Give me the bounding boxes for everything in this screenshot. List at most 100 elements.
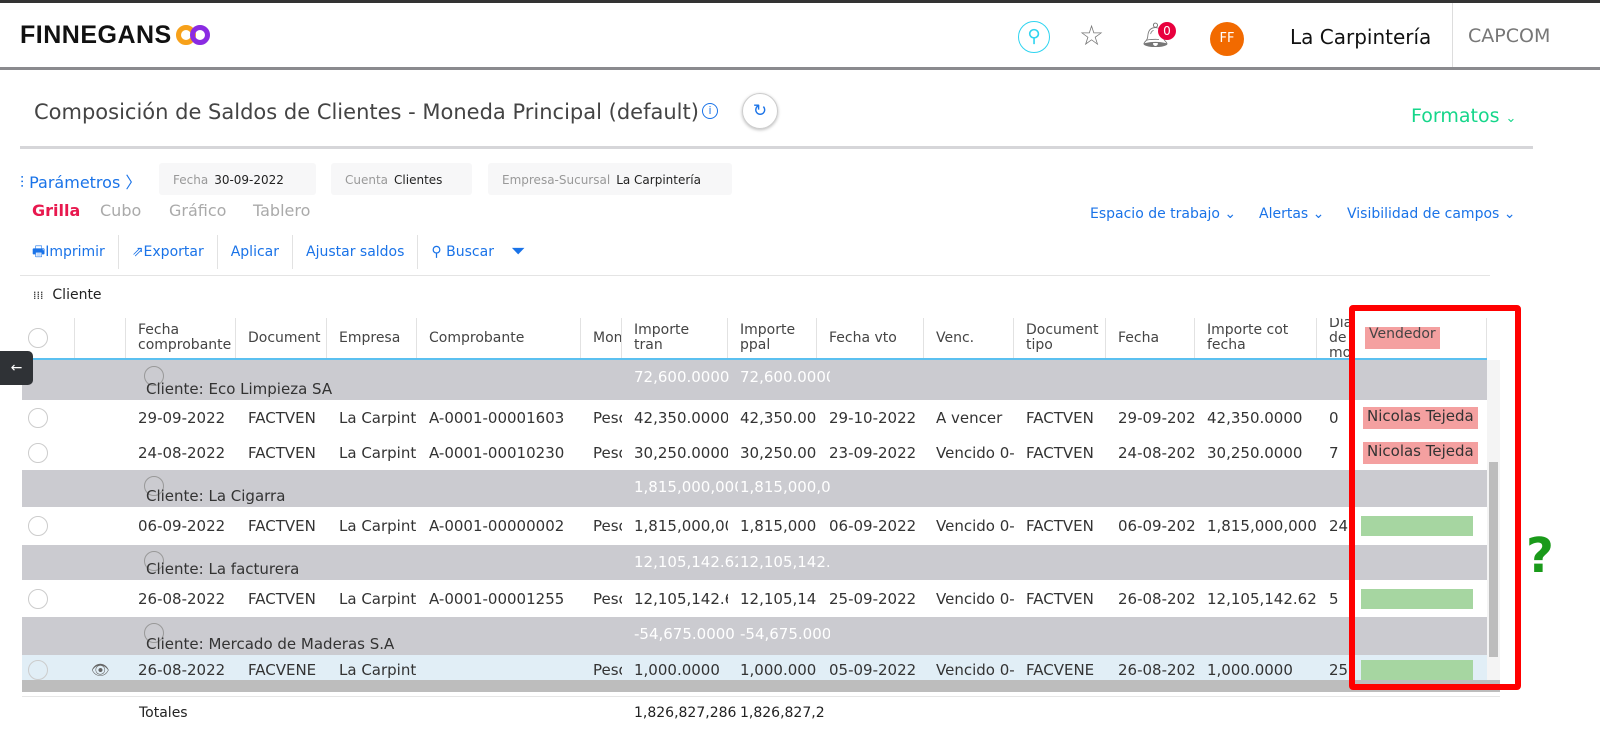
notification-badge: 0 (1158, 22, 1176, 40)
parametros-toggle[interactable]: ⫶ Parámetros 〉 (20, 169, 141, 193)
param-fecha[interactable]: Fecha 30-09-2022 (159, 163, 316, 195)
table-cell: 1,815,000,0000 (1207, 517, 1317, 535)
row-checkbox[interactable] (28, 407, 48, 428)
table-cell: 26-08-2022 (138, 589, 226, 608)
tenant-name[interactable]: CAPCOM (1452, 3, 1550, 67)
column-header[interactable]: Importe ppal (728, 318, 817, 358)
column-header[interactable] (75, 318, 126, 358)
back-arrow-button[interactable]: ← (0, 351, 33, 385)
divider (20, 146, 1533, 149)
export-icon: ⇗ (131, 244, 144, 260)
group-row[interactable]: Cliente: Eco Limpieza SA 72,600.0000 72,60… (22, 360, 1487, 400)
table-cell: 29-10-2022 (829, 408, 917, 427)
tab-tablero[interactable]: Tablero (253, 201, 310, 220)
row-action[interactable] (75, 435, 126, 470)
table-cell: 1,815,000,0000 (634, 517, 728, 535)
finnegans-logo[interactable]: FINNEGANS (20, 21, 212, 50)
column-header[interactable]: Document (236, 318, 327, 358)
group-row[interactable]: Cliente: Mercado de Maderas S.A -54,675.0… (22, 617, 1487, 655)
ajustar-saldos-button[interactable]: Ajustar saldos (293, 235, 419, 269)
column-header[interactable]: Comprobante (417, 318, 581, 358)
row-checkbox[interactable] (28, 660, 48, 680)
table-cell: Pesos (593, 589, 622, 608)
company-name[interactable]: La Carpintería (1290, 25, 1431, 49)
total-importe-ppal: 1,826,827,2 (740, 705, 825, 721)
horizontal-scrollbar[interactable] (22, 680, 1500, 692)
table-cell: 12,105,142.6200 (740, 589, 817, 608)
table-cell: Vencido 0-30 (936, 589, 1014, 608)
table-cell: 30,250.0000 (740, 443, 817, 462)
column-header[interactable]: Fecha vto (817, 318, 924, 358)
table-cell: FACTVEN (1026, 517, 1094, 535)
aplicar-button[interactable]: Aplicar (218, 235, 293, 269)
column-header[interactable]: Empresa (327, 318, 417, 358)
column-header[interactable]: Importe tran (622, 318, 728, 358)
column-header[interactable]: Importe cot fecha (1195, 318, 1317, 358)
divider (20, 275, 1490, 276)
formatos-dropdown[interactable]: Formatos ⌄ (1411, 105, 1516, 127)
row-checkbox[interactable] (28, 442, 48, 463)
table-cell: 24-08-2022 (138, 443, 226, 462)
row-action[interactable] (75, 580, 126, 617)
table-cell: 29-09-2022 (138, 408, 226, 427)
param-empresa-sucursal[interactable]: Empresa-Sucursal La Carpintería (488, 163, 732, 195)
table-cell: FACTVEN (1026, 589, 1094, 608)
group-name: Cliente: Eco Limpieza SA (146, 380, 333, 398)
table-row[interactable]: 26-08-2022 FACTVEN La Carpintería A-0001-00… (22, 580, 1487, 617)
column-header[interactable]: Fecha comprobante (126, 318, 236, 358)
table-cell: La Carpintería (339, 443, 417, 462)
group-importe-tran: 1,815,000,0000 (634, 478, 738, 496)
param-cuenta[interactable]: Cuenta Clientes (331, 163, 472, 195)
espacio-de-trabajo-menu[interactable]: Espacio de trabajo ⌄ (1090, 206, 1236, 222)
table-cell: 23-09-2022 (829, 443, 917, 462)
row-action[interactable] (75, 400, 126, 435)
table-cell: FACTVEN (248, 517, 316, 535)
visibilidad-campos-menu[interactable]: Visibilidad de campos ⌄ (1347, 206, 1516, 222)
group-row[interactable]: Cliente: La facturera 12,105,142.620012,1… (22, 545, 1487, 580)
column-header[interactable]: Document tipo (1014, 318, 1106, 358)
table-cell: 30,250.0000 (1207, 443, 1303, 462)
exportar-button[interactable]: ⇗Exportar (119, 235, 218, 269)
search-icon[interactable]: ⚲ (1018, 21, 1050, 53)
table-cell: A vencer (936, 408, 1003, 427)
sliders-icon: ⫶ (20, 173, 25, 192)
row-checkbox[interactable] (28, 516, 48, 536)
column-header[interactable]: Fecha (1106, 318, 1195, 358)
table-cell: FACTVEN (248, 408, 316, 427)
info-icon[interactable]: i (702, 103, 718, 119)
column-header[interactable]: Mon (581, 318, 622, 358)
alertas-menu[interactable]: Alertas ⌄ (1259, 206, 1324, 222)
tab-grilla[interactable]: Grilla (32, 201, 80, 220)
avatar[interactable]: FF (1210, 22, 1244, 56)
table-cell: FACTVEN (1026, 408, 1094, 427)
group-row[interactable]: Cliente: La Cigarra 1,815,000,00001,815,0… (22, 470, 1487, 507)
refresh-button[interactable]: ↻ (742, 93, 778, 129)
tab-cubo[interactable]: Cubo (100, 201, 141, 220)
table-cell: Vencido 0-30 (936, 517, 1014, 535)
column-header[interactable]: Venc. (924, 318, 1014, 358)
total-importe-tran: 1,826,827,286 (634, 705, 737, 721)
table-cell: 30,250.0000 (634, 443, 728, 462)
buscar-button[interactable]: ⚲ Buscar (418, 235, 507, 269)
search-icon: ⚲ (431, 244, 447, 260)
tab-grafico[interactable]: Gráfico (169, 201, 226, 220)
filter-icon[interactable]: ⏷ (507, 235, 529, 269)
table-cell: 1,815,000,0000 (740, 517, 817, 535)
table-row[interactable]: 06-09-2022 FACTVEN La Carpintería A-0001-00… (22, 507, 1487, 545)
table-row[interactable]: 24-08-2022 FACTVEN La Carpintería A-0001-00… (22, 435, 1487, 470)
table-cell: 26-08-2022 (1118, 589, 1195, 608)
imprimir-button[interactable]: 🖶︎Imprimir (20, 235, 119, 269)
row-checkbox[interactable] (28, 588, 48, 609)
printer-icon: 🖶︎ (32, 244, 46, 260)
group-name: Cliente: La facturera (146, 560, 300, 578)
group-by-chip[interactable]: ⁞⁞⁞ Cliente (33, 287, 102, 303)
table-cell: A-0001-00001255 (429, 589, 565, 608)
table-cell: 42,350.0000 (740, 408, 817, 427)
table-cell: 25-09-2022 (829, 589, 917, 608)
row-action[interactable] (75, 507, 126, 545)
star-icon[interactable]: ☆ (1079, 19, 1104, 52)
logo-mark-icon (175, 23, 212, 45)
table-cell: FACTVEN (1026, 443, 1094, 462)
table-row[interactable]: 29-09-2022 FACTVEN La Carpintería A-0001-00… (22, 400, 1487, 435)
table-cell: 06-09-2022 (1118, 517, 1195, 535)
